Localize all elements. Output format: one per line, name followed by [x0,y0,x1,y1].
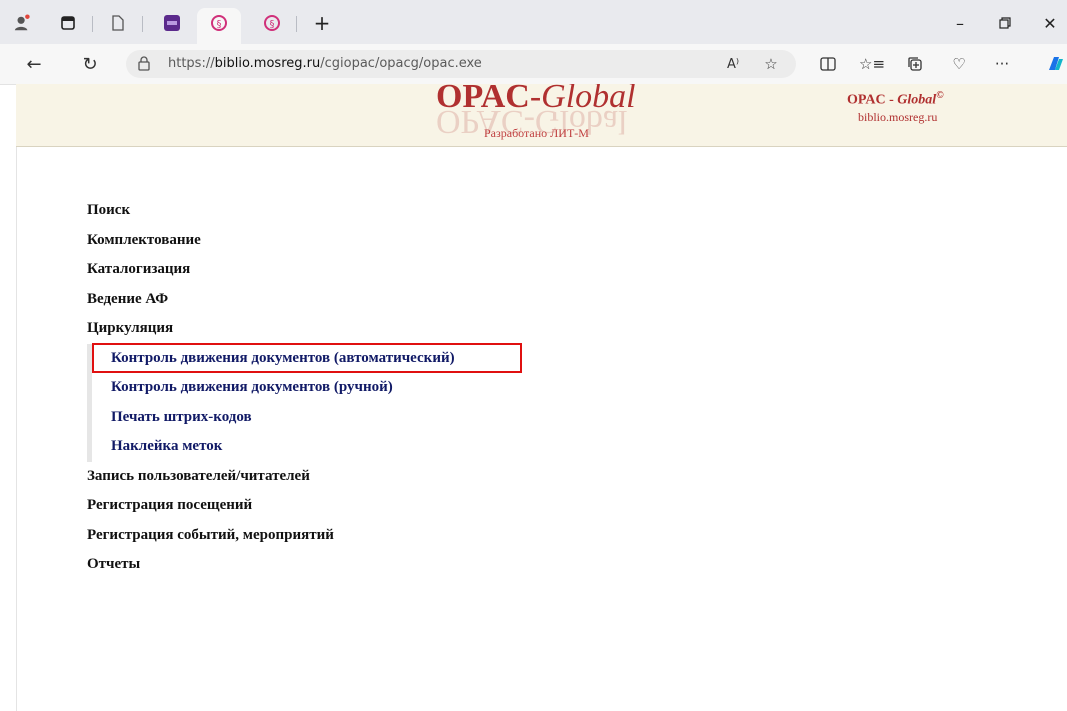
submenu-item-manual-document-control[interactable]: Контроль движения документов (ручной) [111,373,455,403]
page-tab-icon[interactable] [109,14,127,32]
collections-icon[interactable] [904,53,926,75]
site-name: biblio.mosreg.ru [858,110,938,124]
highlight-box [92,343,522,373]
profile-icon[interactable] [13,14,31,32]
submenu-item-label-sticker[interactable]: Наклейка меток [111,432,455,462]
new-tab-icon[interactable]: + [313,11,331,35]
url-text: https://biblio.mosreg.ru/cgiopac/opacg/o… [168,56,482,71]
menu-item-visit-registration[interactable]: Регистрация посещений [87,491,455,521]
opac-logo: OPAC-Global [436,84,636,115]
read-aloud-icon[interactable]: A⁾ [722,53,744,75]
browser-essentials-icon[interactable]: ♡ [948,53,970,75]
more-menu-icon[interactable]: ··· [991,53,1013,75]
menu-item-circulation[interactable]: Циркуляция [87,314,455,344]
browser-tab-strip: § § + – ✕ [0,0,1067,44]
site-favicon-icon[interactable]: § [263,14,281,32]
svg-text:§: § [270,19,275,30]
refresh-icon[interactable]: ↻ [78,52,102,76]
site-favicon-icon[interactable]: § [210,14,228,32]
menu-item-acquisition[interactable]: Комплектование [87,226,455,256]
address-bar-row: ← ↻ https://biblio.mosreg.ru/cgiopac/opa… [0,44,1067,85]
menu-item-user-registration[interactable]: Запись пользователей/читателей [87,462,455,492]
copilot-icon[interactable] [1044,53,1066,75]
menu-item-event-registration[interactable]: Регистрация событий, мероприятий [87,521,455,551]
lock-icon[interactable] [138,56,150,76]
minimize-icon[interactable]: – [945,12,975,34]
favorites-icon[interactable]: ☆≡ [859,53,885,75]
svg-text:§: § [217,19,222,30]
menu-item-cataloging[interactable]: Каталогизация [87,255,455,285]
opac-header: OPAC-Global OPAC-Global Разработано ЛИТ-… [16,84,1067,147]
restore-icon[interactable] [990,12,1020,34]
split-screen-icon[interactable] [817,53,839,75]
submenu-item-barcode-print[interactable]: Печать штрих-кодов [111,403,455,433]
menu-item-search[interactable]: Поиск [87,196,455,226]
tab-actions-icon[interactable] [59,14,77,32]
developer-credit: Разработано ЛИТ-М [484,126,589,140]
app-tab-icon[interactable] [163,14,181,32]
close-icon[interactable]: ✕ [1035,12,1065,34]
main-menu: Поиск Комплектование Каталогизация Веден… [87,196,455,580]
back-icon[interactable]: ← [22,52,46,76]
favorite-star-icon[interactable]: ☆ [760,53,782,75]
address-field[interactable]: https://biblio.mosreg.ru/cgiopac/opacg/o… [126,50,796,78]
menu-item-authority-files[interactable]: Ведение АФ [87,285,455,315]
menu-item-reports[interactable]: Отчеты [87,550,455,580]
opac-small-title: OPAC - Global© [847,90,944,108]
